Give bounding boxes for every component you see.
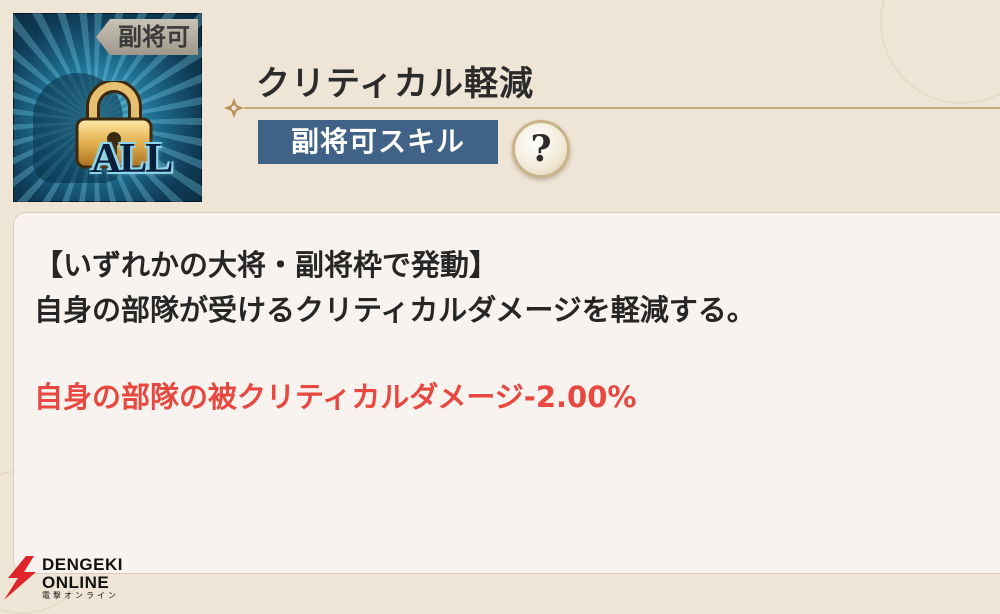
dengeki-lightning-icon [4,556,36,600]
background-decoration [880,0,1000,104]
icon-tag-vice-general: 副将可 [96,19,198,55]
question-mark-icon: ? [530,128,552,170]
watermark-line3: 電撃オンライン [42,591,119,600]
icon-label-all: ALL [91,136,173,182]
skill-effect-value: 自身の部隊の被クリティカルダメージ-2.00% [34,380,637,414]
skill-icon[interactable]: 副将可 ALL [13,13,202,202]
skill-description: 自身の部隊が受けるクリティカルダメージを軽減する。 [34,293,756,327]
help-button[interactable]: ? [512,120,570,178]
skill-type-badge: 副将可スキル [258,120,498,164]
activation-condition: 【いずれかの大将・副将枠で発動】 [34,248,499,282]
fleur-ornament-icon [224,98,244,118]
title-divider [224,98,1000,118]
watermark-line1: DENGEKI [42,555,123,574]
watermark-logo-text: DENGEKI ONLINE [42,556,123,592]
